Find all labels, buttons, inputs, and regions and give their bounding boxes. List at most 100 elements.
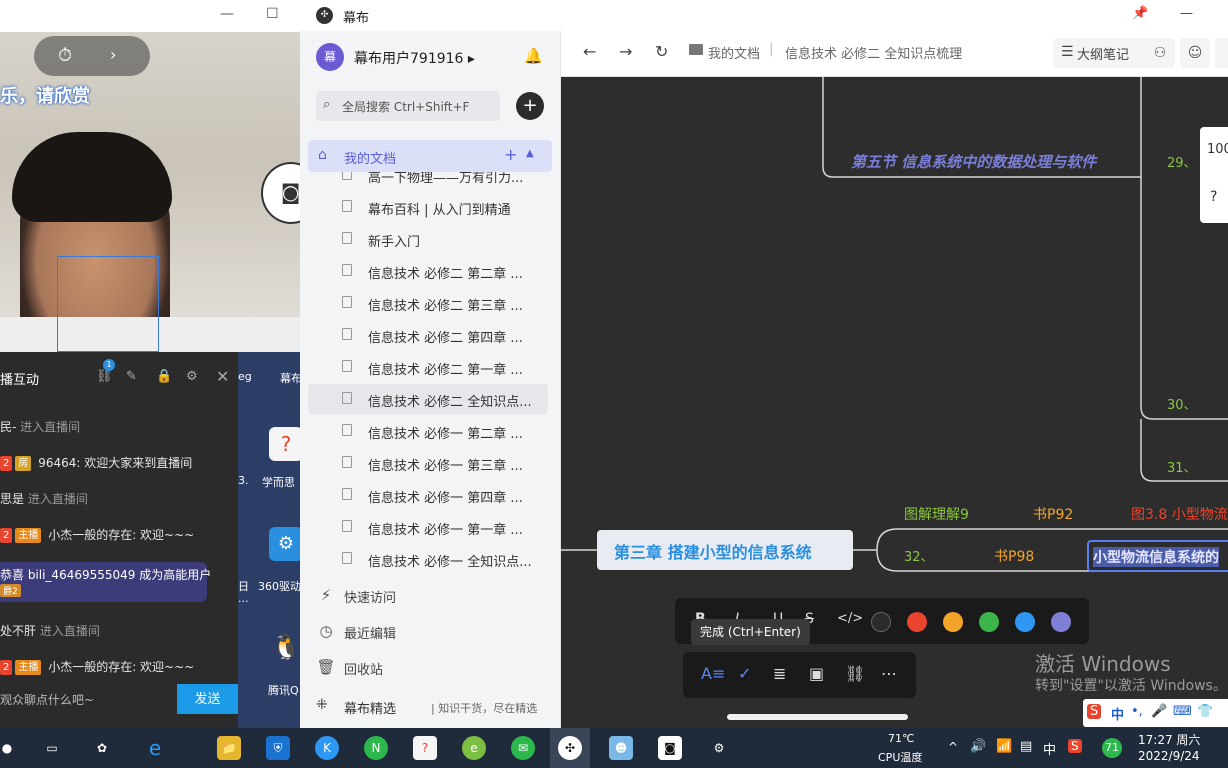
document-list-item[interactable]: 信息技术 必修二 第二章 ... <box>308 256 548 286</box>
zoom-level[interactable]: 100 <box>1207 142 1228 157</box>
node-p98[interactable]: 书P98 <box>994 546 1034 566</box>
node-editing-text[interactable]: 小型物流信息系统的 <box>1093 547 1219 567</box>
volume-icon[interactable]: 🔊 <box>970 739 986 754</box>
document-list-item[interactable]: 信息技术 必修一 第二章 ... <box>308 416 548 446</box>
refresh-icon[interactable]: ↻ <box>655 42 668 61</box>
close-icon[interactable]: ✕ <box>216 367 229 386</box>
gear-icon[interactable]: ⚙ <box>186 369 198 384</box>
back-icon[interactable]: ← <box>583 42 596 61</box>
maximize-icon[interactable]: ☐ <box>266 6 279 22</box>
node-editing[interactable]: 小型物流信息系统的 <box>1087 540 1228 572</box>
link-icon[interactable]: ⛓ <box>96 369 113 384</box>
ime-indicator[interactable]: 中 <box>1043 739 1056 758</box>
node-num-30[interactable]: 30、 <box>1167 394 1197 413</box>
browser-360-icon[interactable]: e <box>462 736 486 760</box>
ime-mode-icon[interactable]: 中 <box>1111 704 1124 723</box>
search-input[interactable]: ⌕ 全局搜索 Ctrl+Shift+F <box>316 91 500 121</box>
more-topbar-button[interactable] <box>1215 38 1228 68</box>
complete-check-icon[interactable]: ✓ <box>738 664 751 683</box>
help-icon[interactable]: ? <box>1210 189 1217 205</box>
text-style-icon[interactable]: A≡ <box>701 664 725 683</box>
document-list-item[interactable]: 新手入门 <box>308 224 548 254</box>
code-icon[interactable]: </> <box>837 611 863 626</box>
desktop-label-mubu[interactable]: 幕布 <box>280 370 300 386</box>
timer-off-icon[interactable]: ⏱ <box>58 45 72 66</box>
clock-time[interactable]: 17:27 周六 <box>1138 731 1200 748</box>
collaborate-button[interactable]: ☺ <box>1180 38 1210 68</box>
document-list-item[interactable]: 高一下物理——万有引力... <box>308 172 548 190</box>
document-list-item[interactable]: 幕布百科 | 从入门到精通 <box>308 192 548 222</box>
xueersi-taskbar-icon[interactable]: ? <box>413 736 437 760</box>
document-list-item[interactable]: 信息技术 必修一 全知识点... <box>308 544 548 574</box>
mindmap-button[interactable]: ⚇ <box>1145 38 1175 68</box>
sidebar-item-clock[interactable]: ◷ 最近编辑 <box>316 620 536 644</box>
node-fig38[interactable]: 图3.8 小型物流 <box>1131 504 1228 524</box>
document-list-item[interactable]: 信息技术 必修一 第一章 ... <box>308 512 548 542</box>
minimize-icon[interactable]: — <box>1180 6 1193 21</box>
network-icon[interactable]: ▤ <box>1020 739 1032 754</box>
more-icon[interactable]: ⋯ <box>881 664 897 683</box>
lock-icon[interactable]: 🔒 <box>156 369 172 384</box>
document-list-item[interactable]: 信息技术 必修二 全知识点... <box>308 384 548 414</box>
forward-icon[interactable]: → <box>619 42 632 61</box>
document-list-item[interactable]: 信息技术 必修一 第三章 ... <box>308 448 548 478</box>
app-icon-fan[interactable]: ✿ <box>90 736 114 760</box>
desktop-icon-qq[interactable]: 🐧 <box>268 630 300 668</box>
chevron-up-icon[interactable]: ^ <box>948 740 958 754</box>
document-list-item[interactable]: 信息技术 必修二 第一章 ... <box>308 352 548 382</box>
shirt-icon[interactable]: 👕 <box>1197 704 1213 719</box>
color-swatch[interactable] <box>1015 612 1035 632</box>
document-list-item[interactable]: 信息技术 必修二 第四章 ... <box>308 320 548 350</box>
color-swatch[interactable] <box>1051 612 1071 632</box>
keyboard-icon[interactable]: ⌨ <box>1173 704 1192 719</box>
color-swatch[interactable] <box>907 612 927 632</box>
sidebar-item-trash[interactable]: 🗑 回收站 <box>316 656 536 680</box>
wifi-icon[interactable]: 📶 <box>996 739 1012 754</box>
node-p92[interactable]: 书P92 <box>1033 504 1073 524</box>
node-num-32[interactable]: 32、 <box>904 546 934 565</box>
file-explorer-icon[interactable]: 📁 <box>217 736 241 760</box>
desktop-icon-xueersi[interactable]: ? <box>268 427 300 465</box>
clock-date[interactable]: 2022/9/24 <box>1138 749 1200 763</box>
node-section5[interactable]: 第五节 信息系统中的数据处理与软件 <box>851 151 1096 172</box>
chat-input[interactable]: 观众聊点什么吧~ <box>0 691 94 708</box>
send-button[interactable]: 发送 <box>177 684 238 714</box>
minimize-icon[interactable]: — <box>220 6 234 22</box>
start-icon[interactable]: ● <box>0 736 14 760</box>
link-icon[interactable]: ⛓ <box>845 664 865 683</box>
avatar[interactable]: 幕 <box>316 43 344 71</box>
note-icon[interactable]: ≣ <box>773 664 786 683</box>
plus-icon[interactable]: + <box>504 145 517 164</box>
color-swatch[interactable] <box>871 612 891 632</box>
user-name[interactable]: 幕布用户791916 ▸ <box>354 48 475 68</box>
caret-up-icon[interactable]: ▲ <box>526 148 534 159</box>
document-list-item[interactable]: 信息技术 必修二 第三章 ... <box>308 288 548 318</box>
sogou-icon[interactable]: S <box>1087 704 1102 719</box>
color-swatch[interactable] <box>979 612 999 632</box>
sogou-tray-icon[interactable]: S <box>1068 739 1082 753</box>
mute-icon[interactable]: ✎ <box>126 369 137 384</box>
app-icon-k[interactable]: K <box>315 736 339 760</box>
horizontal-scrollbar[interactable] <box>727 714 908 720</box>
security-shield-icon[interactable]: ⛨ <box>266 736 290 760</box>
image-icon[interactable]: ▣ <box>809 664 824 683</box>
node-num-31[interactable]: 31、 <box>1167 457 1197 476</box>
app-icon-mascot[interactable]: ☻ <box>609 736 633 760</box>
mubu-taskbar-icon[interactable]: ✣ <box>558 736 582 760</box>
obs-icon[interactable]: ⚙ <box>707 736 731 760</box>
ie-icon[interactable]: e <box>143 736 167 760</box>
microphone-icon[interactable]: 🎤 <box>1151 704 1167 719</box>
document-list-item[interactable]: 信息技术 必修一 第四章 ... <box>308 480 548 510</box>
outline-notes-button[interactable]: ☰ 大纲笔记 <box>1053 38 1153 68</box>
punctuation-icon[interactable]: •, <box>1131 704 1143 719</box>
mindmap-canvas[interactable]: 第五节 信息系统中的数据处理与软件 29、 30、 31、 第三章 搭建小型的信… <box>561 77 1228 728</box>
color-swatch[interactable] <box>943 612 963 632</box>
pin-icon[interactable]: 📌 <box>1132 6 1148 21</box>
sidebar-item-my-documents[interactable]: ⌂ 我的文档 + ▲ <box>308 140 552 172</box>
node-num-29[interactable]: 29、 <box>1167 152 1197 171</box>
bell-icon[interactable]: 🔔 <box>524 47 543 65</box>
task-view-icon[interactable]: ▭ <box>40 736 64 760</box>
tray-badge[interactable]: 71 <box>1102 738 1122 758</box>
node-chapter3[interactable]: 第三章 搭建小型的信息系统 <box>597 530 853 570</box>
node-tujie[interactable]: 图解理解9 <box>904 504 969 524</box>
